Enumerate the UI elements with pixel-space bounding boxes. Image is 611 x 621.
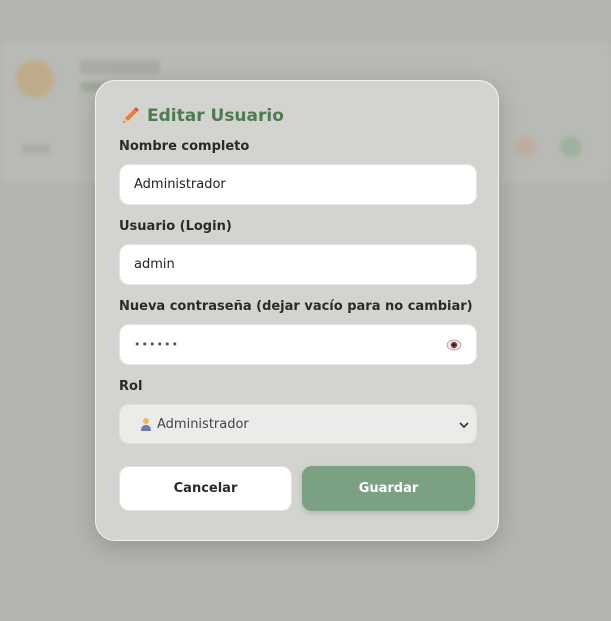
modal-title: Editar Usuario xyxy=(147,106,284,126)
eye-icon[interactable] xyxy=(446,337,462,353)
full-name-label: Nombre completo xyxy=(119,139,250,154)
chevron-down-icon xyxy=(459,422,469,429)
password-value: •••••• xyxy=(134,338,179,351)
person-icon xyxy=(141,418,151,431)
full-name-input[interactable]: Administrador xyxy=(119,164,477,205)
modal-header: Editar Usuario xyxy=(119,103,475,129)
role-selected-value: Administrador xyxy=(157,416,249,432)
username-label: Usuario (Login) xyxy=(119,219,232,234)
password-label: Nueva contraseña (dejar vacío para no ca… xyxy=(119,299,473,314)
username-input[interactable]: admin xyxy=(119,244,477,285)
cancel-button[interactable]: Cancelar xyxy=(119,466,292,511)
pencil-icon xyxy=(123,107,139,123)
save-button[interactable]: Guardar xyxy=(302,466,475,511)
role-label: Rol xyxy=(119,379,143,394)
role-select[interactable]: Administrador xyxy=(119,404,477,444)
edit-user-modal: Editar Usuario Nombre completo Administr… xyxy=(95,80,499,541)
password-input[interactable]: •••••• xyxy=(119,324,477,365)
modal-actions: Cancelar Guardar xyxy=(119,466,475,511)
